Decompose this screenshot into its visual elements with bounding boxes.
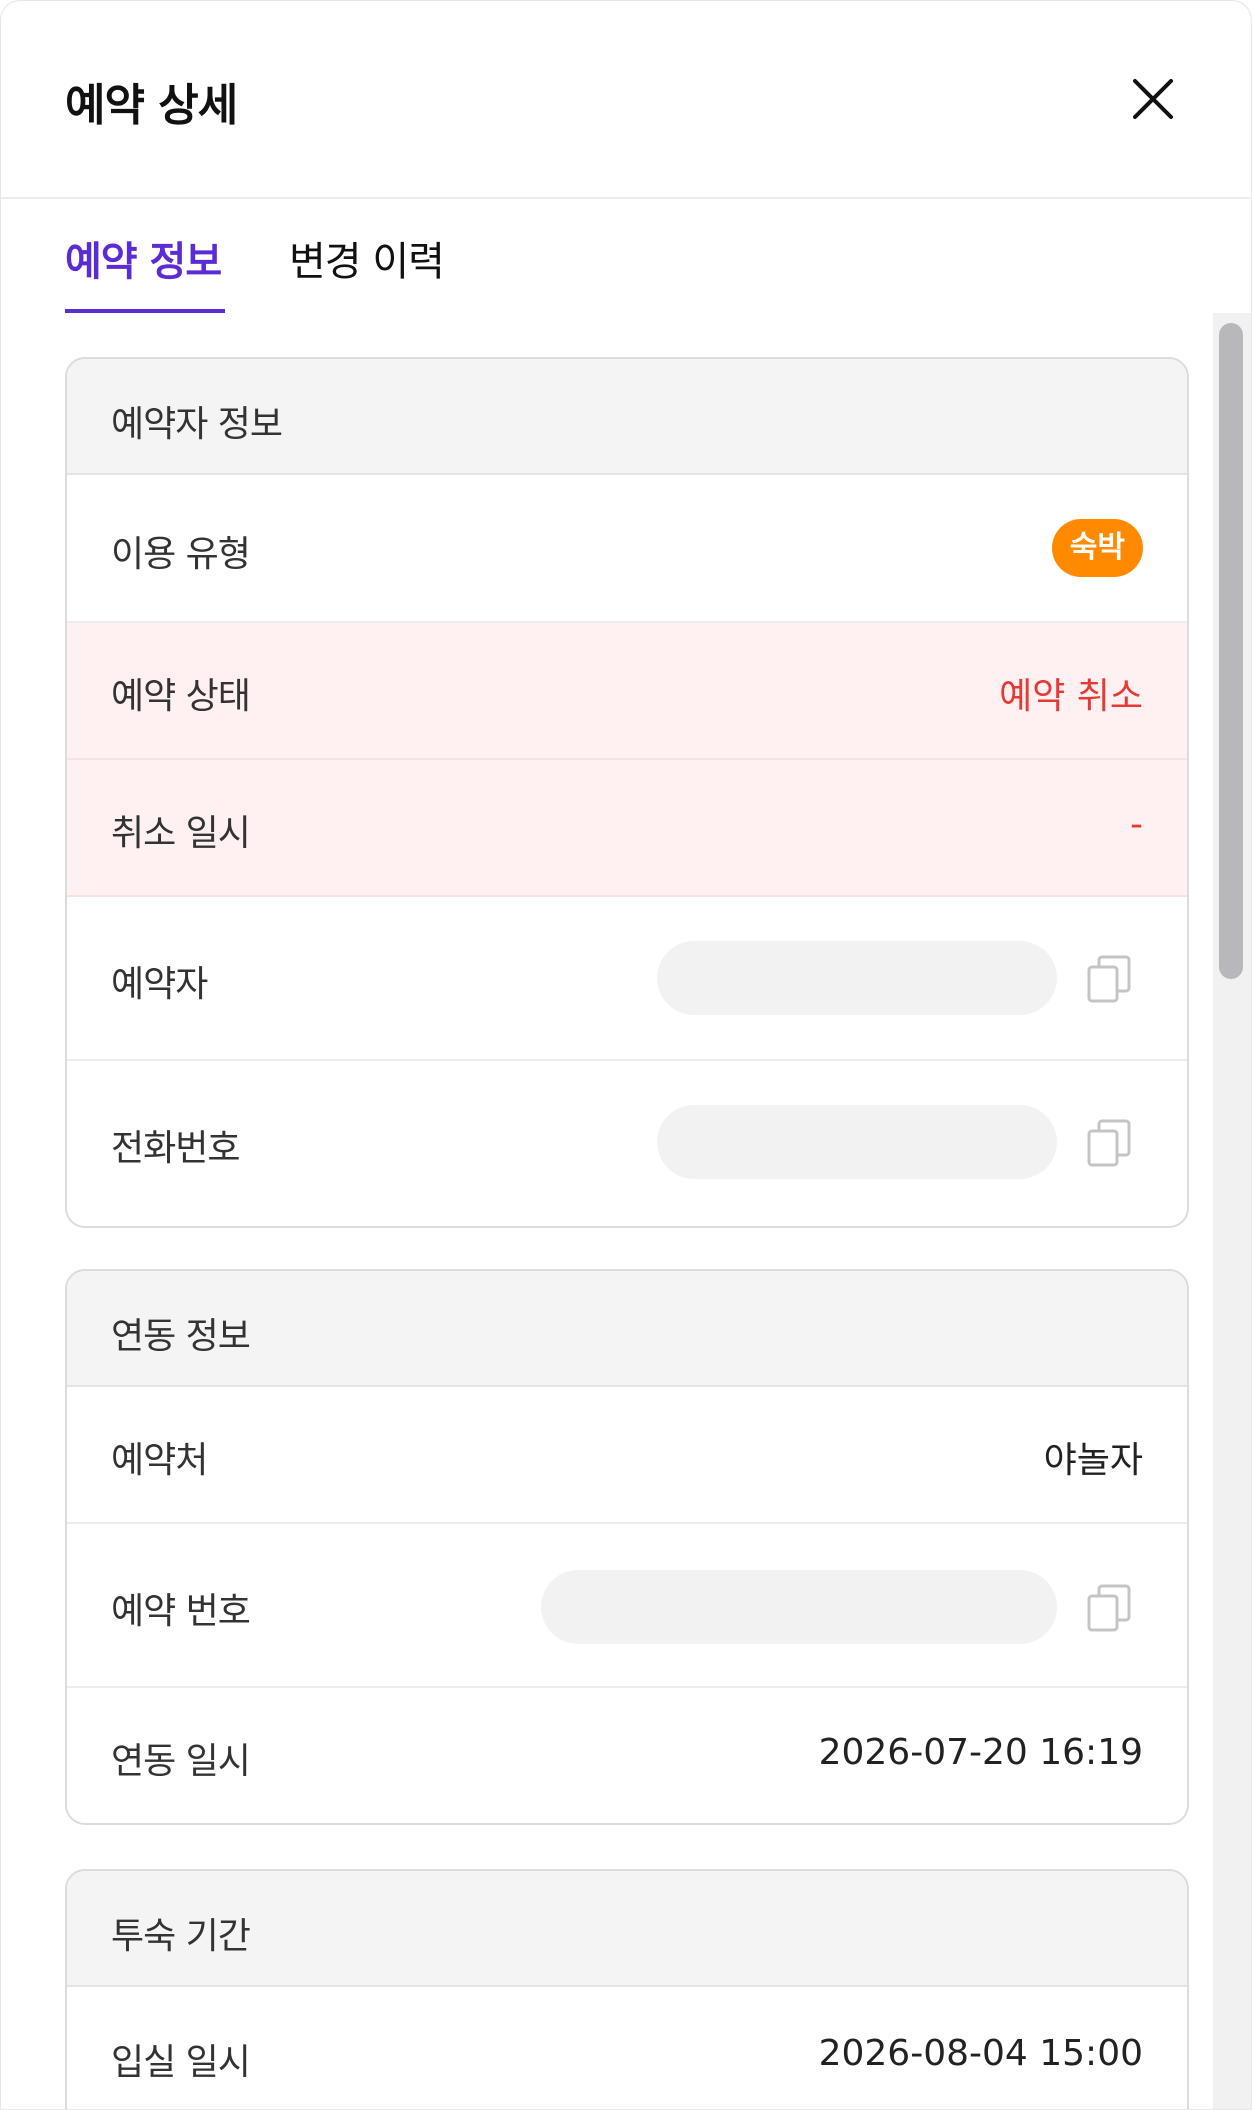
page-title: 예약 상세 [65, 80, 238, 131]
card-title: 예약자 정보 [111, 404, 283, 445]
phone-masked-value [657, 1105, 1057, 1179]
card-header: 예약자 정보 [67, 359, 1187, 475]
tab-label: 예약 정보 [65, 239, 222, 285]
reserver-masked-value [657, 941, 1057, 1015]
reserver-row: 예약자 [67, 897, 1187, 1061]
row-label: 전화번호 [111, 1128, 240, 1169]
card-title: 연동 정보 [111, 1316, 251, 1357]
check-in-row: 입실 일시 2026-08-04 15:00 [67, 1987, 1187, 2109]
reserver-info-card: 예약자 정보 이용 유형 숙박 예약 상태 예약 취소 취소 일시 - 예약자 … [65, 357, 1189, 1228]
row-label: 취소 일시 [111, 813, 251, 854]
reservation-detail-panel: 예약 상세 예약 정보 변경 이력 예약자 정보 이용 유형 숙박 예약 상태 [0, 0, 1252, 2110]
tab-label: 변경 이력 [289, 239, 445, 285]
cancel-time-row: 취소 일시 - [67, 760, 1187, 897]
copy-icon [1087, 1119, 1131, 1167]
row-label: 예약자 [111, 964, 208, 1005]
row-label: 예약처 [111, 1440, 208, 1481]
tab-change-history[interactable]: 변경 이력 [289, 229, 445, 287]
usage-type-row: 이용 유형 숙박 [67, 475, 1187, 623]
linked-at-value: 2026-07-20 16:19 [818, 1732, 1143, 1773]
scrollbar-thumb[interactable] [1219, 323, 1243, 979]
usage-type-badge: 숙박 [1051, 519, 1143, 577]
stay-period-card: 투숙 기간 입실 일시 2026-08-04 15:00 [65, 1869, 1189, 2109]
tab-reservation-info[interactable]: 예약 정보 [65, 229, 225, 313]
linkage-info-card: 연동 정보 예약처 야놀자 예약 번호 연동 일시 2026-07-20 16:… [65, 1269, 1189, 1825]
channel-value: 야놀자 [1043, 1440, 1143, 1481]
reservation-status-row: 예약 상태 예약 취소 [67, 623, 1187, 760]
card-header: 투숙 기간 [67, 1871, 1187, 1987]
channel-row: 예약처 야놀자 [67, 1387, 1187, 1524]
copy-reserver-button[interactable] [1085, 953, 1133, 1005]
close-button[interactable] [1121, 67, 1185, 131]
copy-icon [1087, 1584, 1131, 1632]
row-label: 입실 일시 [111, 2042, 251, 2083]
card-title: 투숙 기간 [111, 1916, 251, 1957]
cancel-time-value: - [1130, 804, 1143, 845]
active-tab-indicator [65, 309, 225, 313]
copy-phone-button[interactable] [1085, 1117, 1133, 1169]
row-label: 이용 유형 [111, 534, 251, 575]
phone-row: 전화번호 [67, 1061, 1187, 1224]
card-header: 연동 정보 [67, 1271, 1187, 1387]
row-label: 연동 일시 [111, 1741, 251, 1782]
reservation-number-row: 예약 번호 [67, 1524, 1187, 1688]
copy-reservation-number-button[interactable] [1085, 1582, 1133, 1634]
row-label: 예약 번호 [111, 1591, 251, 1632]
check-in-value: 2026-08-04 15:00 [818, 2033, 1143, 2074]
linked-at-row: 연동 일시 2026-07-20 16:19 [67, 1688, 1187, 1823]
close-icon [1133, 79, 1173, 119]
row-label: 예약 상태 [111, 676, 251, 717]
reservation-number-masked-value [541, 1570, 1057, 1644]
copy-icon [1087, 955, 1131, 1003]
panel-header: 예약 상세 [1, 1, 1251, 199]
status-value: 예약 취소 [999, 676, 1143, 717]
